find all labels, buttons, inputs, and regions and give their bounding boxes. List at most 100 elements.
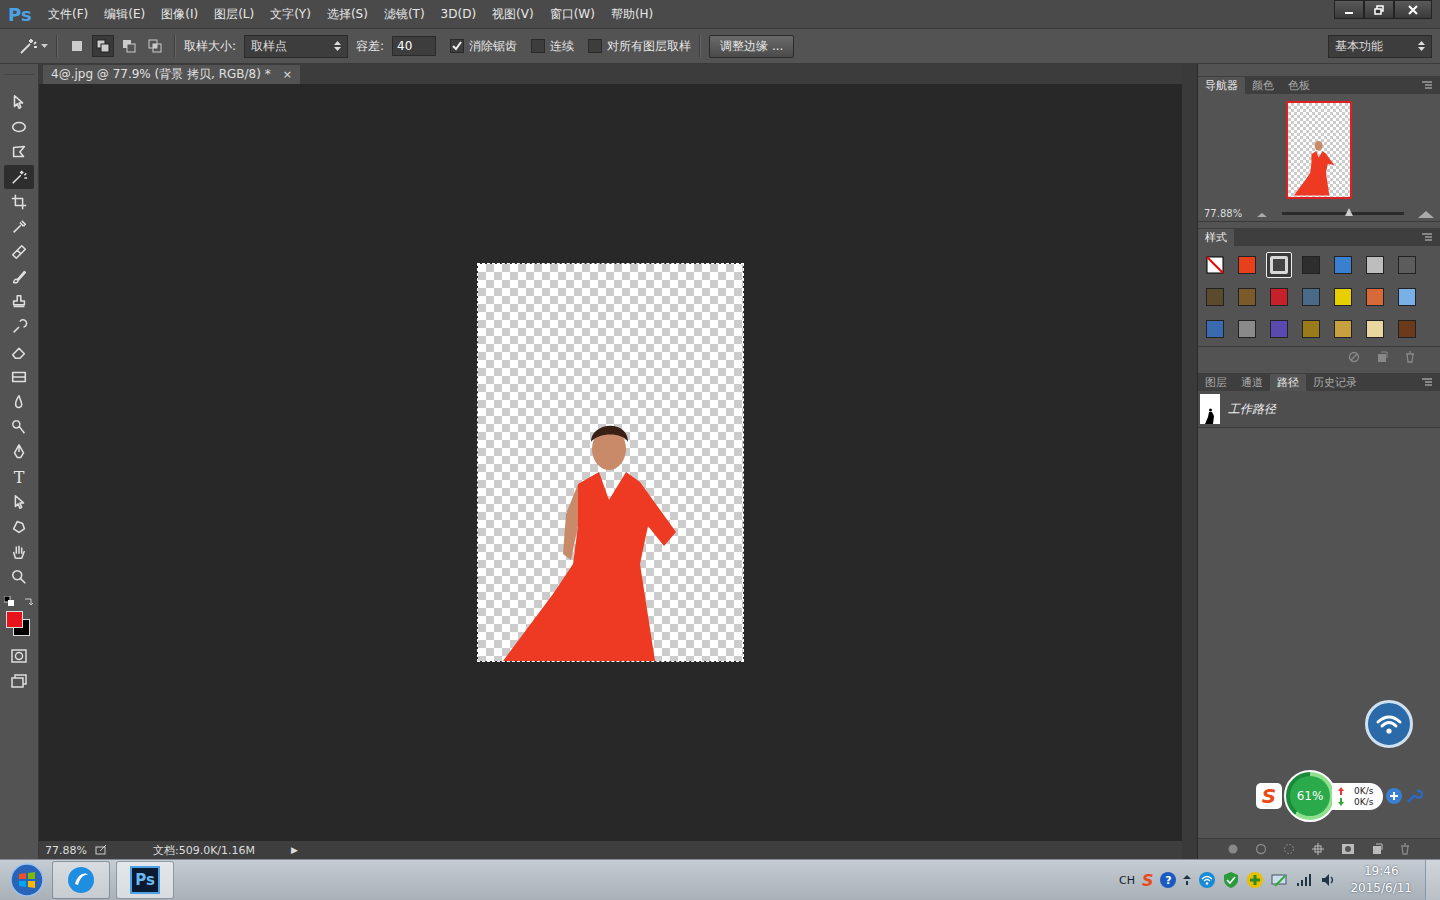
tool-button[interactable]: [4, 415, 34, 439]
style-swatch[interactable]: [1362, 252, 1388, 278]
delete-style-icon[interactable]: [1404, 351, 1416, 363]
tool-preset[interactable]: [18, 36, 48, 56]
selection-mode-button[interactable]: [118, 35, 140, 57]
selection-mode-button[interactable]: [144, 35, 166, 57]
panel-tab[interactable]: 颜色: [1245, 77, 1281, 94]
workspace-select[interactable]: 基本功能: [1328, 35, 1432, 58]
checkbox[interactable]: [450, 39, 464, 53]
close-tab-button[interactable]: ×: [283, 68, 292, 81]
style-swatch[interactable]: [1234, 316, 1260, 342]
status-menu-arrow[interactable]: ▶: [291, 845, 298, 855]
delete-path-icon[interactable]: [1399, 843, 1411, 855]
style-swatch[interactable]: [1362, 284, 1388, 310]
network-tray-icon[interactable]: [1271, 872, 1289, 888]
path-row[interactable]: 工作路径: [1198, 391, 1440, 428]
menu-item[interactable]: 窗口(W): [542, 6, 603, 23]
checkbox[interactable]: [531, 39, 545, 53]
style-swatch[interactable]: [1394, 316, 1420, 342]
image-photo[interactable]: [478, 264, 743, 661]
taskbar-app[interactable]: Ps: [116, 861, 174, 899]
menu-item[interactable]: 文字(Y): [262, 6, 319, 23]
menu-item[interactable]: 选择(S): [319, 6, 376, 23]
swap-colors-icon[interactable]: [24, 596, 34, 606]
tool-button[interactable]: [4, 565, 34, 589]
tool-button[interactable]: [4, 440, 34, 464]
tool-button[interactable]: [4, 140, 34, 164]
tool-button[interactable]: [4, 115, 34, 139]
clear-style-icon[interactable]: [1348, 351, 1360, 363]
menu-item[interactable]: 视图(V): [484, 6, 542, 23]
help-icon[interactable]: ?: [1160, 872, 1176, 888]
memory-usage-meter[interactable]: 61%: [1284, 770, 1336, 822]
tool-button[interactable]: [4, 315, 34, 339]
tool-button[interactable]: [4, 390, 34, 414]
tolerance-input[interactable]: 40: [392, 36, 436, 56]
tool-button[interactable]: [4, 215, 34, 239]
selection-mode-button[interactable]: [92, 35, 114, 57]
minimize-button[interactable]: [1334, 0, 1364, 19]
make-work-path-icon[interactable]: [1311, 842, 1325, 856]
document-tab[interactable]: 4@.jpg @ 77.9% (背景 拷贝, RGB/8) * ×: [43, 65, 300, 84]
panel-tab[interactable]: 导航器: [1198, 77, 1245, 94]
tool-button[interactable]: [4, 190, 34, 214]
tool-button[interactable]: [4, 515, 34, 539]
menu-item[interactable]: 图层(L): [206, 6, 262, 23]
stroke-path-icon[interactable]: [1255, 843, 1267, 855]
zoom-slider-thumb[interactable]: [1345, 208, 1353, 216]
style-swatch[interactable]: [1330, 252, 1356, 278]
navigator-zoom-value[interactable]: 77.88%: [1204, 208, 1242, 219]
panel-tab[interactable]: 色板: [1281, 77, 1317, 94]
styles-tab[interactable]: 样式: [1198, 229, 1234, 246]
new-path-icon[interactable]: [1371, 843, 1383, 855]
add-icon[interactable]: [1385, 787, 1403, 805]
new-style-icon[interactable]: [1376, 351, 1388, 363]
screen-mode-button[interactable]: [4, 669, 34, 693]
style-swatch[interactable]: [1234, 284, 1260, 310]
checkbox-option[interactable]: 对所有图层取样: [588, 38, 691, 55]
zoom-out-icon[interactable]: [1256, 210, 1268, 218]
wifi-tray-icon[interactable]: [1198, 871, 1216, 889]
style-swatch[interactable]: [1266, 252, 1292, 278]
show-hidden-icons-icon[interactable]: [1183, 875, 1191, 885]
sample-size-select[interactable]: 取样点: [244, 35, 348, 58]
tool-button[interactable]: [4, 540, 34, 564]
menu-item[interactable]: 编辑(E): [96, 6, 153, 23]
restore-button[interactable]: [1364, 0, 1394, 19]
volume-icon[interactable]: [1321, 873, 1337, 887]
panel-grip[interactable]: [4, 64, 34, 75]
fill-path-icon[interactable]: [1227, 843, 1239, 855]
menu-item[interactable]: 文件(F): [40, 6, 96, 23]
close-button[interactable]: [1394, 0, 1432, 19]
style-swatch[interactable]: [1298, 252, 1324, 278]
zoom-level[interactable]: 77.88%: [45, 844, 87, 857]
checkbox-option[interactable]: 消除锯齿: [450, 38, 517, 55]
tool-button[interactable]: T: [4, 465, 34, 489]
load-selection-icon[interactable]: [1283, 843, 1295, 855]
tool-button[interactable]: [4, 265, 34, 289]
style-swatch[interactable]: [1330, 284, 1356, 310]
style-swatch[interactable]: [1234, 252, 1260, 278]
style-swatch[interactable]: [1330, 316, 1356, 342]
panel-menu-icon[interactable]: [1422, 81, 1434, 89]
tool-button[interactable]: [4, 240, 34, 264]
default-colors-icon[interactable]: [4, 596, 14, 606]
style-swatch[interactable]: [1298, 284, 1324, 310]
checkbox[interactable]: [588, 39, 602, 53]
style-swatch[interactable]: [1266, 284, 1292, 310]
selection-mode-button[interactable]: [66, 35, 88, 57]
show-desktop-button[interactable]: [1425, 860, 1440, 900]
panel-tab[interactable]: 图层: [1198, 374, 1234, 391]
canvas[interactable]: [39, 84, 1182, 841]
tool-button[interactable]: [4, 165, 34, 189]
style-swatch[interactable]: [1202, 316, 1228, 342]
wifi-float-button[interactable]: [1365, 700, 1413, 748]
navigator-thumbnail[interactable]: [1286, 101, 1352, 199]
tool-button[interactable]: [4, 90, 34, 114]
zoom-in-icon[interactable]: [1418, 210, 1434, 218]
style-swatch[interactable]: [1202, 252, 1228, 278]
wrench-icon[interactable]: [1405, 787, 1423, 805]
panel-tab[interactable]: 通道: [1234, 374, 1270, 391]
checkbox-option[interactable]: 连续: [531, 38, 574, 55]
add-mask-icon[interactable]: [1341, 843, 1355, 855]
tool-button[interactable]: [4, 290, 34, 314]
